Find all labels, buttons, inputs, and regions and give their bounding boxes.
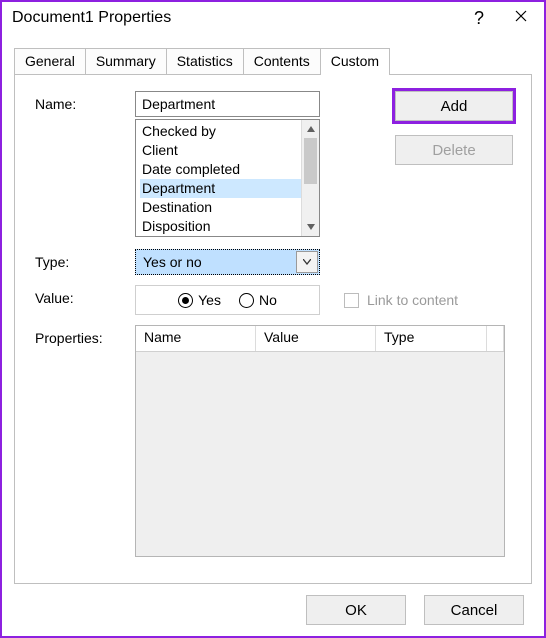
name-suggestions-list[interactable]: Checked by Client Date completed Departm… xyxy=(135,119,320,237)
help-icon: ? xyxy=(474,9,484,27)
checkbox-icon xyxy=(344,293,359,308)
properties-table[interactable]: Name Value Type xyxy=(135,325,505,557)
window-title: Document1 Properties xyxy=(12,9,171,27)
value-radio-yes[interactable]: Yes xyxy=(178,292,221,308)
tabstrip: General Summary Statistics Contents Cust… xyxy=(14,46,532,74)
tab-custom[interactable]: Custom xyxy=(320,48,390,75)
col-header-type[interactable]: Type xyxy=(376,326,487,351)
tab-panel-custom: Name: Checked by Client Date completed D… xyxy=(14,74,532,584)
type-combobox-value: Yes or no xyxy=(137,251,294,273)
close-icon xyxy=(515,9,527,27)
dialog-footer: OK Cancel xyxy=(2,584,544,636)
tab-host: General Summary Statistics Contents Cust… xyxy=(14,46,532,584)
scroll-thumb[interactable] xyxy=(304,138,317,184)
type-label: Type: xyxy=(35,249,135,270)
radio-icon xyxy=(178,293,193,308)
ok-button[interactable]: OK xyxy=(306,595,406,625)
properties-header: Name Value Type xyxy=(136,326,504,352)
list-item[interactable]: Disposition xyxy=(140,217,301,236)
chevron-down-icon[interactable] xyxy=(296,251,318,273)
radio-icon xyxy=(239,293,254,308)
dialog-window: Document1 Properties ? General Summary S… xyxy=(0,0,546,638)
list-item[interactable]: Department xyxy=(140,179,301,198)
delete-button: Delete xyxy=(395,135,513,165)
help-button[interactable]: ? xyxy=(458,3,500,33)
tab-statistics[interactable]: Statistics xyxy=(166,48,244,74)
value-radio-no[interactable]: No xyxy=(239,292,277,308)
value-label: Value: xyxy=(35,285,135,306)
list-item[interactable]: Checked by xyxy=(140,122,301,141)
list-scrollbar[interactable] xyxy=(301,120,319,236)
value-radio-group: Yes No xyxy=(135,285,320,315)
link-to-content-check: Link to content xyxy=(344,292,458,308)
name-input[interactable] xyxy=(135,91,320,117)
list-item[interactable]: Date completed xyxy=(140,160,301,179)
titlebar: Document1 Properties ? xyxy=(2,2,544,34)
tab-summary[interactable]: Summary xyxy=(85,48,167,74)
type-combobox[interactable]: Yes or no xyxy=(135,249,320,275)
properties-label: Properties: xyxy=(35,325,135,346)
add-button[interactable]: Add xyxy=(395,91,513,121)
properties-body xyxy=(136,352,504,556)
name-label: Name: xyxy=(35,91,135,112)
radio-label: No xyxy=(259,292,277,308)
col-header-value[interactable]: Value xyxy=(256,326,376,351)
cancel-button[interactable]: Cancel xyxy=(424,595,524,625)
close-button[interactable] xyxy=(500,3,542,33)
tab-contents[interactable]: Contents xyxy=(243,48,321,74)
link-to-content-label: Link to content xyxy=(367,292,458,308)
col-header-name[interactable]: Name xyxy=(136,326,256,351)
radio-label: Yes xyxy=(198,292,221,308)
scroll-up-icon[interactable] xyxy=(302,120,319,138)
list-item[interactable]: Destination xyxy=(140,198,301,217)
tab-general[interactable]: General xyxy=(14,48,86,74)
scroll-down-icon[interactable] xyxy=(302,218,319,236)
list-item[interactable]: Client xyxy=(140,141,301,160)
